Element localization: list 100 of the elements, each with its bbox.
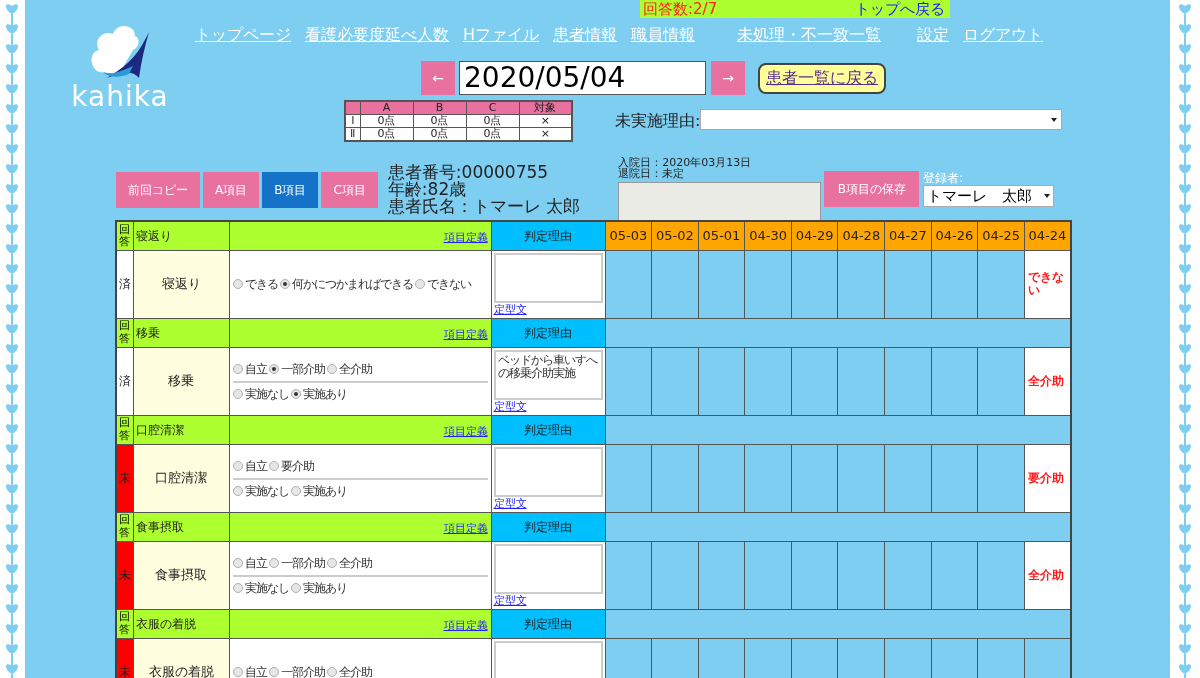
score-column-header: B: [413, 101, 466, 115]
radio-label: できる: [244, 276, 278, 293]
reason-field[interactable]: [493, 640, 603, 678]
save-button[interactable]: B項目の保存: [824, 171, 920, 207]
previous-date-button[interactable]: ←: [421, 61, 455, 95]
date-header: 04-26: [931, 221, 978, 250]
reason-header: 判定理由: [491, 512, 605, 541]
radio-button[interactable]: [232, 389, 243, 399]
date-header: 05-02: [651, 221, 699, 250]
item-definition-link[interactable]: 項目定義: [443, 327, 488, 341]
item-definition-link[interactable]: 項目定義: [443, 230, 488, 244]
radio-label: 自立: [244, 458, 267, 475]
radio-button[interactable]: [268, 364, 279, 374]
dropdown-caret-icon: [1051, 117, 1058, 122]
radio-button[interactable]: [232, 666, 243, 677]
radio-label: 実施なし: [244, 386, 289, 403]
back-to-patient-list-button[interactable]: 患者一覧に戻る: [758, 62, 886, 94]
item-title: 寝返り: [133, 221, 229, 250]
section-tab[interactable]: C項目: [321, 172, 378, 208]
previous-result-cell: 全介助: [1024, 541, 1071, 609]
radio-button[interactable]: [326, 364, 337, 374]
registrant-select[interactable]: トマーレ 太郎: [923, 185, 1055, 207]
date-header: 05-03: [605, 221, 652, 250]
score-row-label: Ⅰ: [345, 114, 360, 128]
radio-button[interactable]: [326, 666, 337, 677]
radio-button[interactable]: [268, 461, 279, 471]
radio-label: 一部介助: [280, 361, 325, 378]
dropdown-caret-icon: [1044, 194, 1051, 198]
score-cell: 0点: [413, 114, 466, 128]
score-cell: 0点: [466, 114, 519, 128]
radio-label: 実施なし: [244, 580, 289, 597]
item-definition-link[interactable]: 項目定義: [443, 521, 488, 535]
answer-status: 未: [116, 541, 133, 609]
admission-date: 入院日：2020年03月13日: [618, 157, 753, 168]
top-link[interactable]: トップへ戻る: [855, 0, 945, 18]
item-name: 食事摂取: [133, 541, 229, 609]
reason-field[interactable]: [493, 252, 603, 303]
score-column-header: C: [466, 101, 519, 115]
section-tab[interactable]: A項目: [203, 172, 260, 208]
answer-status: 済: [116, 250, 133, 318]
radio-label: 一部介助: [280, 663, 325, 678]
answer-label: 回答: [116, 609, 133, 638]
item-definition-link[interactable]: 項目定義: [443, 424, 488, 438]
reason-header: 判定理由: [491, 415, 605, 444]
radio-button[interactable]: [290, 583, 301, 593]
radio-label: 実施なし: [244, 483, 289, 500]
item-name: 衣服の着脱: [133, 638, 229, 678]
template-text-link[interactable]: 定型文: [493, 399, 603, 413]
template-text-link[interactable]: 定型文: [493, 593, 603, 607]
item-title: 口腔清潔: [133, 415, 229, 444]
item-title: 衣服の着脱: [133, 609, 229, 638]
radio-label: 一部介助: [280, 555, 325, 572]
date-header: 04-30: [744, 221, 792, 250]
radio-button[interactable]: [232, 364, 243, 374]
date-header: 04-29: [791, 221, 838, 250]
radio-button[interactable]: [290, 486, 301, 496]
radio-button[interactable]: [232, 486, 243, 496]
date-field[interactable]: 2020/05/04: [459, 61, 706, 95]
patient-number: 患者番号:00000755: [387, 164, 550, 181]
item-name: 口腔清潔: [133, 444, 229, 512]
radio-button[interactable]: [326, 558, 337, 568]
template-text-link[interactable]: 定型文: [493, 496, 603, 510]
previous-result-cell: できない: [1024, 250, 1071, 318]
section-tab[interactable]: 前回コピー: [116, 172, 200, 208]
radio-button[interactable]: [268, 666, 279, 677]
radio-button[interactable]: [414, 279, 425, 289]
answer-status: 未: [116, 638, 133, 678]
radio-button[interactable]: [232, 461, 243, 471]
radio-label: できない: [426, 276, 471, 293]
radio-button[interactable]: [290, 389, 301, 399]
answer-label: 回答: [116, 415, 133, 444]
radio-button[interactable]: [232, 279, 243, 289]
reason-header: 判定理由: [491, 221, 605, 250]
reason-field[interactable]: ベッドから車いすへの移乗介助実施: [493, 349, 603, 400]
radio-button[interactable]: [279, 279, 290, 289]
reason-field[interactable]: [493, 543, 603, 594]
notes-field[interactable]: [618, 182, 822, 221]
unperformed-reason-select[interactable]: [700, 109, 1063, 130]
template-text-link[interactable]: 定型文: [493, 302, 603, 316]
date-header: 05-01: [698, 221, 745, 250]
radio-button[interactable]: [232, 583, 243, 593]
reason-field[interactable]: [493, 446, 603, 497]
item-title: 食事摂取: [133, 512, 229, 541]
item-name: 寝返り: [133, 250, 229, 318]
next-date-button[interactable]: →: [711, 61, 745, 95]
score-cell: ×: [519, 114, 572, 128]
item-definition-link[interactable]: 項目定義: [443, 618, 488, 632]
radio-label: 要介助: [280, 458, 314, 475]
date-header: 04-27: [884, 221, 932, 250]
radio-label: 自立: [244, 663, 267, 678]
registrant-label: 登録者:: [923, 171, 965, 185]
radio-button[interactable]: [232, 558, 243, 568]
radio-button[interactable]: [268, 558, 279, 568]
item-title: 移乗: [133, 318, 229, 347]
date-header: 04-25: [977, 221, 1025, 250]
answer-label: 回答: [116, 221, 133, 250]
section-tab[interactable]: B項目: [262, 172, 319, 208]
answer-status: 済: [116, 347, 133, 415]
radio-label: 実施あり: [302, 386, 347, 403]
previous-result-cell: 全介助: [1024, 347, 1071, 415]
